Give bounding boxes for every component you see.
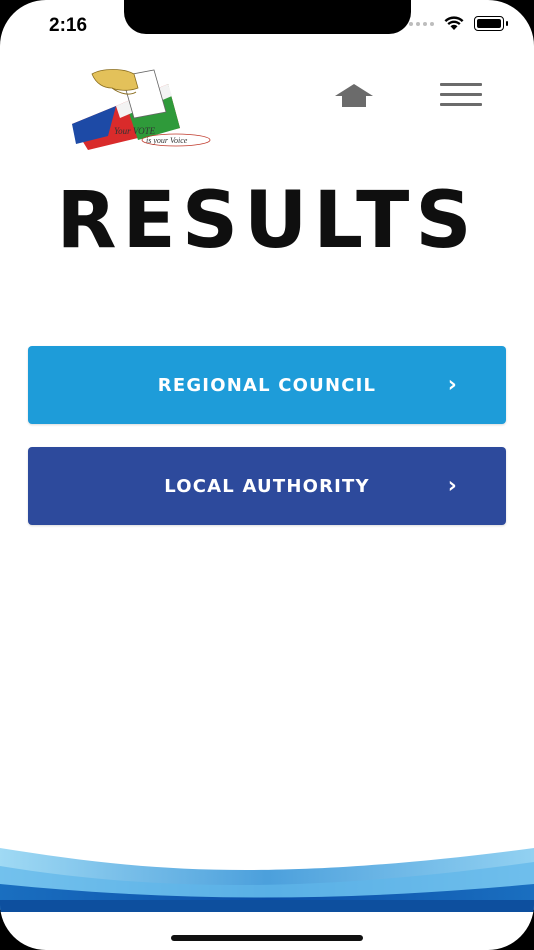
chevron-right-icon: › bbox=[447, 372, 458, 398]
footer-wave bbox=[0, 848, 534, 912]
status-icons bbox=[409, 16, 508, 31]
home-icon[interactable] bbox=[333, 82, 375, 112]
battery-icon bbox=[474, 16, 508, 31]
screen: 2:16 Your VOTE is your Voice RESULTS REG… bbox=[0, 0, 534, 950]
hamburger-menu-icon[interactable] bbox=[440, 83, 482, 109]
regional-council-label: REGIONAL COUNCIL bbox=[157, 374, 377, 396]
local-authority-label: LOCAL AUTHORITY bbox=[164, 475, 370, 497]
logo: Your VOTE is your Voice bbox=[72, 69, 211, 150]
logo-text-line1: Your VOTE bbox=[114, 126, 156, 136]
regional-council-button[interactable]: REGIONAL COUNCIL › bbox=[28, 346, 506, 424]
local-authority-button[interactable]: LOCAL AUTHORITY › bbox=[28, 447, 506, 525]
page-title: RESULTS bbox=[56, 176, 478, 266]
chevron-right-icon: › bbox=[447, 473, 458, 499]
logo-text-line2: is your Voice bbox=[146, 136, 188, 145]
wifi-icon bbox=[444, 16, 464, 30]
home-indicator bbox=[171, 935, 363, 941]
notch bbox=[124, 0, 411, 34]
device-frame: 2:16 Your VOTE is your Voice RESULTS REG… bbox=[0, 0, 534, 950]
signal-icon bbox=[409, 21, 434, 26]
status-time: 2:16 bbox=[49, 15, 88, 36]
